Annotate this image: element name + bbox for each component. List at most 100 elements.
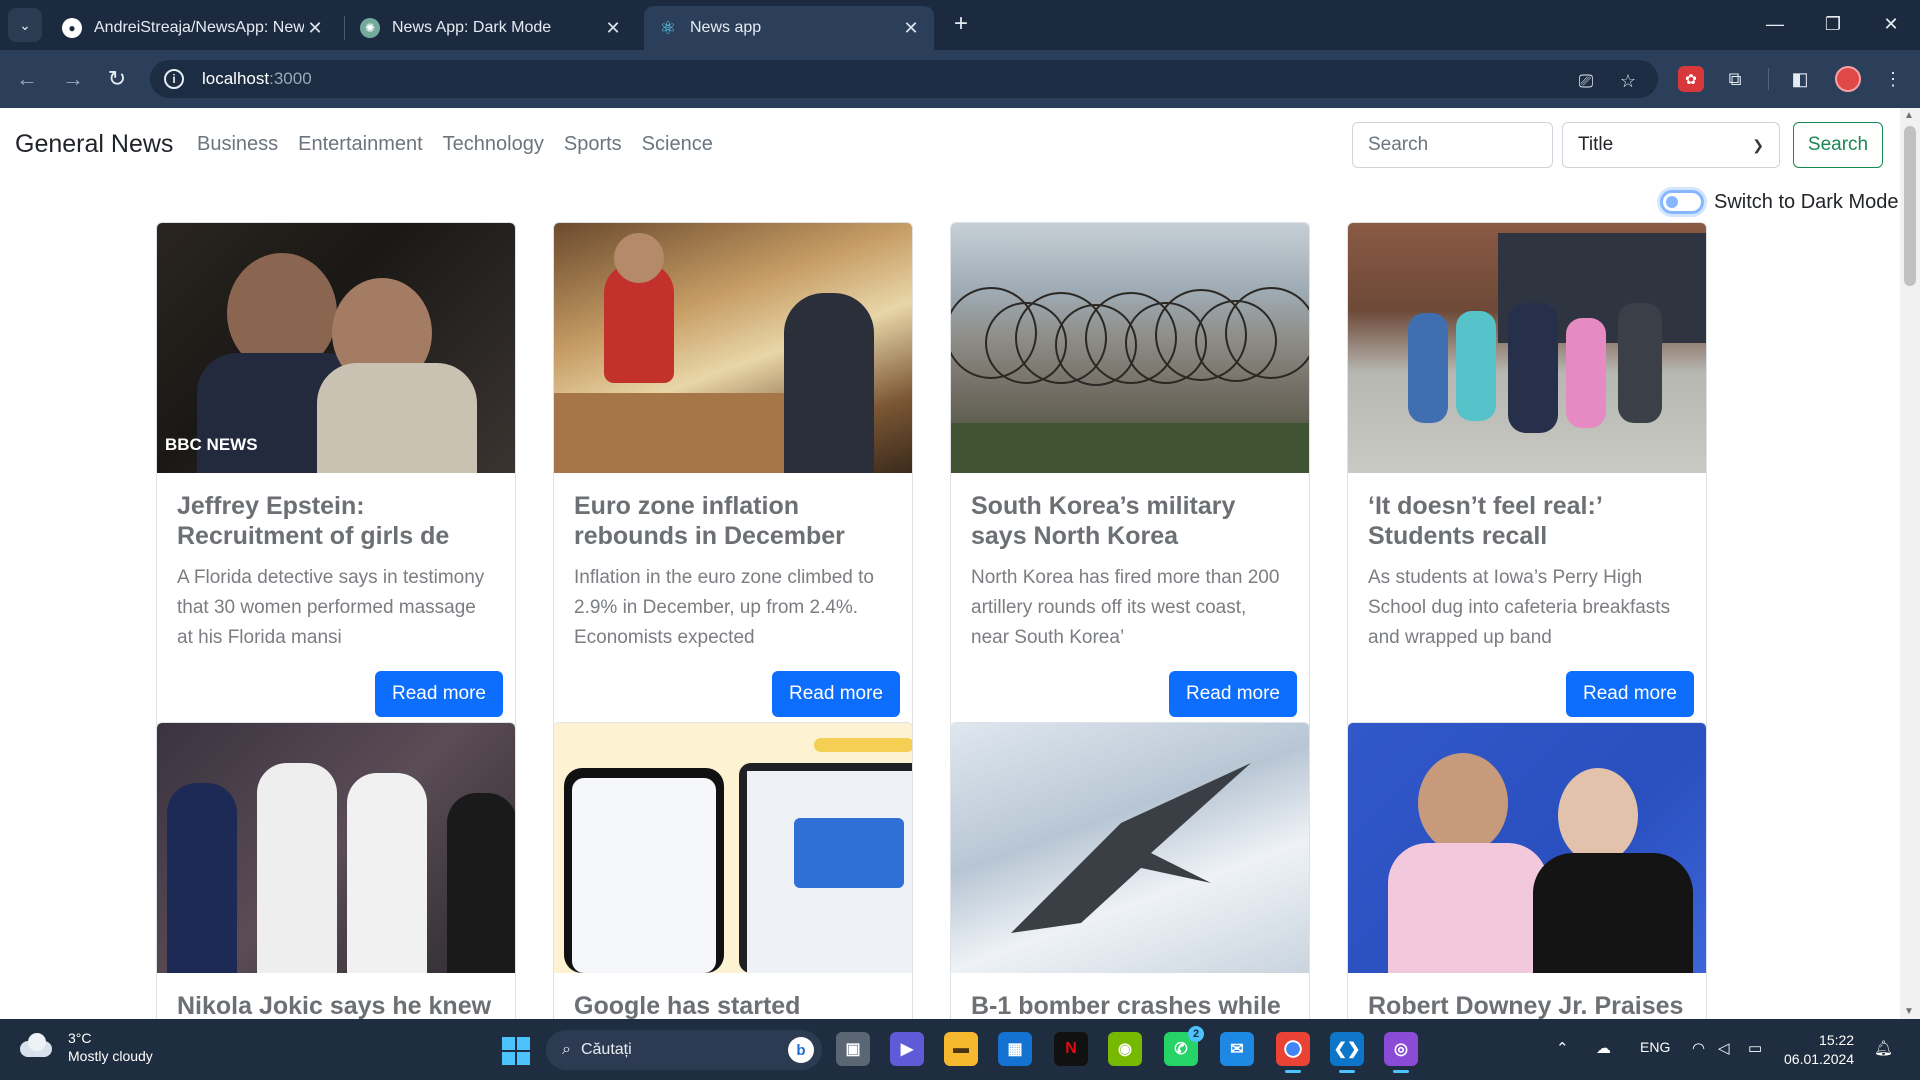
vscode-icon[interactable]: ❮❯ — [1330, 1032, 1364, 1073]
article-image — [1348, 223, 1706, 473]
wifi-icon[interactable]: ◠ — [1692, 1039, 1705, 1057]
extensions-puzzle-icon[interactable]: ⧉ — [1722, 66, 1748, 92]
search-button[interactable]: Search — [1793, 122, 1883, 168]
nav-link-technology[interactable]: Technology — [443, 133, 544, 156]
teams-meet-icon[interactable]: ▶ — [890, 1032, 924, 1066]
weather-widget[interactable]: 3°C Mostly cloudy — [20, 1029, 153, 1065]
restore-icon[interactable]: ❐ — [1813, 10, 1853, 38]
chevron-down-icon: ❯ — [1752, 136, 1764, 153]
clock-time: 15:22 — [1819, 1032, 1855, 1048]
react-icon: ⚛ — [659, 17, 677, 38]
whatsapp-icon[interactable]: ✆ 2 — [1164, 1026, 1204, 1066]
close-tab-icon[interactable]: ✕ — [602, 17, 624, 39]
battery-icon[interactable]: ▭ — [1748, 1039, 1762, 1057]
task-view-icon[interactable]: ▣ — [836, 1032, 870, 1066]
card-title: ‘It doesn’t feel real:’ Students recall — [1368, 492, 1602, 550]
switch-knob — [1666, 196, 1678, 208]
address-bar[interactable]: i localhost:3000 ⎚ ☆ — [150, 60, 1658, 98]
news-card: Google has started — [553, 722, 913, 1019]
dark-mode-switch[interactable] — [1660, 190, 1704, 214]
github-desktop-icon[interactable]: ◎ — [1384, 1032, 1418, 1073]
file-explorer-icon[interactable]: ▬ — [944, 1032, 978, 1066]
card-description: Inflation in the euro zone climbed to 2.… — [574, 567, 874, 648]
tab-separator — [344, 16, 345, 40]
tab-search-button[interactable]: ⌄ — [8, 8, 42, 42]
windows-start-icon[interactable] — [502, 1037, 530, 1065]
netflix-icon[interactable]: N — [1054, 1032, 1088, 1066]
read-more-button[interactable]: Read more — [1169, 671, 1297, 717]
category-nav: Business Entertainment Technology Sports… — [197, 133, 713, 156]
volume-icon[interactable]: ◁ — [1718, 1039, 1730, 1057]
select-value: Title — [1578, 134, 1614, 155]
new-tab-icon[interactable]: + — [948, 12, 974, 38]
show-hidden-icons-icon[interactable]: ⌃ — [1556, 1039, 1569, 1057]
minimize-icon[interactable]: — — [1755, 10, 1795, 38]
card-body: ‘It doesn’t feel real:’ Students recall … — [1348, 473, 1706, 673]
news-card: BBC NEWS Jeffrey Epstein: Recruitment of… — [156, 222, 516, 730]
nav-link-sports[interactable]: Sports — [564, 133, 622, 156]
back-icon[interactable]: ← — [12, 64, 42, 94]
close-window-icon[interactable]: ✕ — [1871, 10, 1911, 38]
browser-toolbar: ← → ↻ i localhost:3000 ⎚ ☆ — [0, 50, 1920, 108]
notification-bell-icon[interactable]: 🔔︎ — [1874, 1039, 1893, 1057]
github-icon: ● — [62, 18, 82, 38]
taskbar-search[interactable]: ⌕ Căutați b — [546, 1030, 822, 1070]
scrollbar-thumb[interactable] — [1904, 126, 1916, 286]
bing-icon[interactable]: b — [788, 1037, 814, 1063]
site-info-icon[interactable]: i — [164, 69, 184, 89]
read-more-button[interactable]: Read more — [1566, 671, 1694, 717]
card-body: Jeffrey Epstein: Recruitment of girls de… — [157, 473, 515, 673]
reload-icon[interactable]: ↻ — [102, 64, 132, 94]
extension-icon[interactable]: ✿ — [1678, 66, 1704, 92]
article-image: BBC NEWS — [157, 223, 515, 473]
weather-condition: Mostly cloudy — [68, 1048, 153, 1064]
article-image — [951, 223, 1309, 473]
card-body: Nikola Jokic says he knew 3 — [157, 973, 515, 1019]
close-tab-icon[interactable]: ✕ — [900, 17, 922, 39]
scroll-down-icon[interactable]: ▼ — [1904, 1006, 1914, 1017]
navbar-brand[interactable]: General News — [15, 130, 173, 159]
side-panel-icon[interactable]: ◧ — [1787, 66, 1813, 92]
browser-tab-news-app[interactable]: ⚛ News app ✕ — [644, 6, 934, 50]
card-description: North Korea has fired more than 200 arti… — [971, 567, 1280, 648]
url-host: localhost — [202, 69, 270, 88]
browser-tab-chatgpt[interactable]: ✺ News App: Dark Mode ✕ — [346, 6, 636, 50]
barbed-wire-graphic — [951, 287, 1309, 473]
browser-tab-github[interactable]: ● AndreiStreaja/NewsApp: NewsA ✕ — [48, 6, 338, 50]
cloud-icon — [20, 1033, 54, 1059]
tab-title: News app — [690, 19, 762, 36]
mail-icon[interactable]: ✉ — [1220, 1032, 1254, 1066]
article-image — [157, 723, 515, 973]
bookmark-star-icon[interactable]: ☆ — [1616, 69, 1640, 93]
search-input[interactable] — [1352, 122, 1553, 168]
nav-link-business[interactable]: Business — [197, 133, 278, 156]
close-tab-icon[interactable]: ✕ — [304, 17, 326, 39]
card-body: South Korea’s military says North Korea … — [951, 473, 1309, 673]
microsoft-store-icon[interactable]: ▦ — [998, 1032, 1032, 1066]
profile-avatar[interactable] — [1835, 66, 1861, 92]
card-body: Euro zone inflation rebounds in December… — [554, 473, 912, 673]
page-scrollbar[interactable]: ▲ ▼ — [1900, 108, 1920, 1019]
system-clock[interactable]: 15:22 06.01.2024 — [1784, 1031, 1854, 1069]
card-title: Euro zone inflation rebounds in December — [574, 492, 845, 550]
article-image — [1348, 723, 1706, 973]
language-indicator[interactable]: ENG — [1640, 1039, 1670, 1055]
card-title: Google has started — [574, 992, 801, 1019]
news-card: South Korea’s military says North Korea … — [950, 222, 1310, 730]
forward-icon[interactable]: → — [58, 64, 88, 94]
news-card: B-1 bomber crashes while — [950, 722, 1310, 1019]
nvidia-icon[interactable]: ◉ — [1108, 1032, 1142, 1066]
nav-link-science[interactable]: Science — [642, 133, 713, 156]
onedrive-icon[interactable]: ☁ — [1596, 1039, 1611, 1057]
scroll-up-icon[interactable]: ▲ — [1904, 110, 1914, 121]
install-app-icon[interactable]: ⎚ — [1574, 69, 1598, 93]
chrome-icon[interactable] — [1276, 1032, 1310, 1073]
notification-badge: 2 — [1188, 1026, 1204, 1042]
search-field-select[interactable]: Title ❯ — [1562, 122, 1780, 168]
browser-menu-icon[interactable]: ⋮ — [1880, 66, 1906, 92]
card-title: Jeffrey Epstein: Recruitment of girls de — [177, 492, 450, 550]
read-more-button[interactable]: Read more — [375, 671, 503, 717]
read-more-button[interactable]: Read more — [772, 671, 900, 717]
nav-link-entertainment[interactable]: Entertainment — [298, 133, 423, 156]
dark-mode-toggle: Switch to Dark Mode — [1660, 190, 1899, 214]
